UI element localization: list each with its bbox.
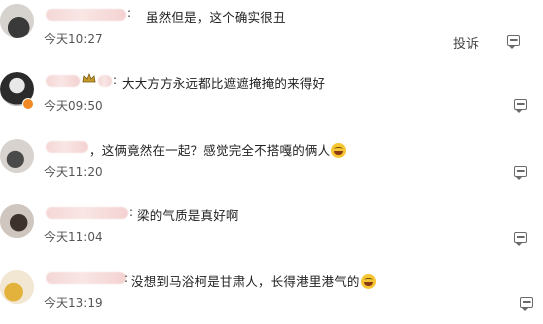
- username-separator: :: [113, 73, 118, 87]
- comment-text: ，这俩竟然在一起？感觉完全不搭嘎的俩人: [89, 140, 347, 159]
- comment-time: 今天10:27: [44, 32, 103, 46]
- username[interactable]: [46, 272, 126, 284]
- comment-bubble-icon[interactable]: [514, 99, 527, 113]
- laughing-emoji-icon: [360, 274, 376, 289]
- username[interactable]: [46, 9, 126, 21]
- username-separator: :: [129, 205, 134, 219]
- username[interactable]: [46, 75, 80, 87]
- comment-bubble-icon[interactable]: [520, 297, 533, 311]
- comment-bubble-icon[interactable]: [507, 35, 520, 49]
- comment-text: 大大方方永远都比遮遮掩掩的来得好: [122, 76, 326, 91]
- v-badge-icon: [22, 98, 34, 110]
- user-avatar[interactable]: [0, 270, 34, 304]
- comment-text: 梁的气质是真好啊: [137, 208, 239, 223]
- comment-bubble-icon[interactable]: [514, 166, 527, 180]
- comment-time: 今天11:20: [44, 165, 103, 179]
- crown-icon: [82, 73, 96, 83]
- comment-time: 今天11:04: [44, 230, 103, 244]
- username[interactable]: [46, 141, 88, 153]
- comment-item: : 没想到马浴柯是甘肃人，长得港里港气的 今天13:19: [0, 262, 543, 324]
- comment-text: 没想到马浴柯是甘肃人，长得港里港气的: [131, 271, 376, 290]
- user-avatar[interactable]: [0, 139, 34, 173]
- comment-text-body: 没想到马浴柯是甘肃人，长得港里港气的: [131, 274, 360, 289]
- username-separator: :: [124, 271, 129, 285]
- comment-time: 今天09:50: [44, 99, 103, 113]
- comment-item: : 虽然但是，这个确实很丑 今天10:27 投诉: [0, 0, 543, 60]
- comment-text: 虽然但是，这个确实很丑: [146, 10, 286, 25]
- comment-item: : 梁的气质是真好啊 今天11:04: [0, 198, 543, 258]
- comment-time: 今天13:19: [44, 296, 103, 310]
- comment-item: : 大大方方永远都比遮遮掩掩的来得好 今天09:50: [0, 66, 543, 126]
- comment-item: ，这俩竟然在一起？感觉完全不搭嘎的俩人 今天11:20: [0, 133, 543, 193]
- laughing-emoji-icon: [331, 143, 347, 158]
- username-separator: :: [127, 6, 132, 20]
- username[interactable]: [46, 207, 128, 219]
- report-button[interactable]: 投诉: [453, 33, 479, 52]
- username-suffix: [98, 75, 112, 87]
- user-avatar[interactable]: [0, 4, 34, 38]
- comment-text-body: ，这俩竟然在一起？感觉完全不搭嘎的俩人: [89, 143, 331, 158]
- comment-bubble-icon[interactable]: [514, 232, 527, 246]
- user-avatar[interactable]: [0, 204, 34, 238]
